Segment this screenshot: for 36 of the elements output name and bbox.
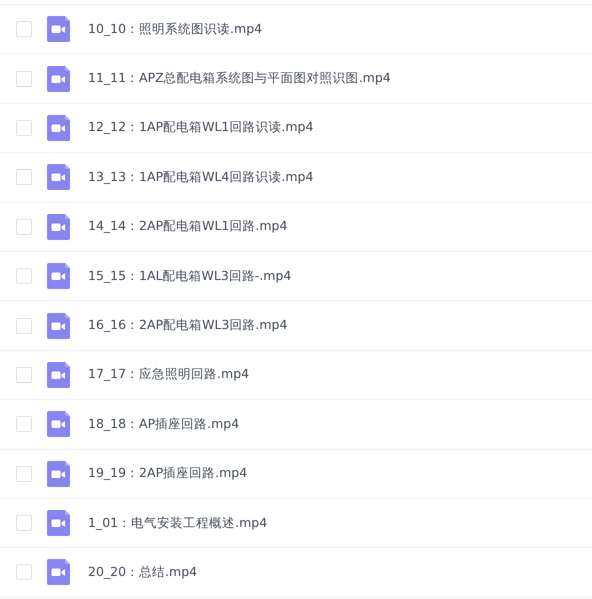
video-file-icon: [47, 362, 70, 388]
file-name[interactable]: 20_20：总结.mp4: [88, 564, 198, 581]
file-name[interactable]: 15_15：1AL配电箱WL3回路-.mp4: [88, 268, 292, 285]
video-file-icon: [47, 312, 70, 339]
video-file-icon: [47, 66, 70, 92]
video-file-icon: [47, 510, 70, 536]
file-name[interactable]: 11_11：APZ总配电箱系统图与平面图对照识图.mp4: [88, 70, 391, 88]
file-name[interactable]: 17_17：应急照明回路.mp4: [88, 366, 250, 384]
file-name[interactable]: 14_14：2AP配电箱WL1回路.mp4: [88, 218, 288, 236]
file-name[interactable]: 1_01：电气安装工程概述.mp4: [88, 514, 268, 532]
file-name[interactable]: 18_18：AP插座回路.mp4: [88, 416, 240, 433]
file-name[interactable]: 19_19：2AP插座回路.mp4: [88, 465, 248, 482]
file-name[interactable]: 10_10：照明系统图识读.mp4: [88, 20, 262, 38]
video-file-icon: [47, 164, 70, 190]
video-file-icon: [47, 411, 70, 438]
checkbox[interactable]: [16, 21, 32, 38]
checkbox[interactable]: [16, 169, 32, 186]
video-file-icon: [47, 263, 70, 290]
video-file-icon: [47, 114, 70, 141]
file-name[interactable]: 13_13：1AP配电箱WL4回路识读.mp4: [88, 168, 314, 186]
video-file-icon: [47, 16, 70, 42]
checkbox[interactable]: [16, 268, 32, 284]
checkbox[interactable]: [16, 70, 32, 87]
video-file-icon: [47, 460, 70, 487]
checkbox[interactable]: [16, 466, 32, 482]
checkbox[interactable]: [16, 318, 32, 334]
video-file-icon: [47, 559, 70, 586]
checkbox[interactable]: [16, 218, 32, 235]
video-file-icon: [47, 214, 70, 240]
checkbox[interactable]: [16, 120, 32, 136]
checkbox[interactable]: [16, 515, 32, 532]
file-name[interactable]: 16_16：2AP配电箱WL3回路.mp4: [88, 317, 288, 334]
checkbox[interactable]: [16, 564, 32, 580]
file-name[interactable]: 12_12：1AP配电箱WL1回路识读.mp4: [88, 119, 314, 136]
checkbox[interactable]: [16, 366, 32, 383]
checkbox[interactable]: [16, 416, 32, 432]
